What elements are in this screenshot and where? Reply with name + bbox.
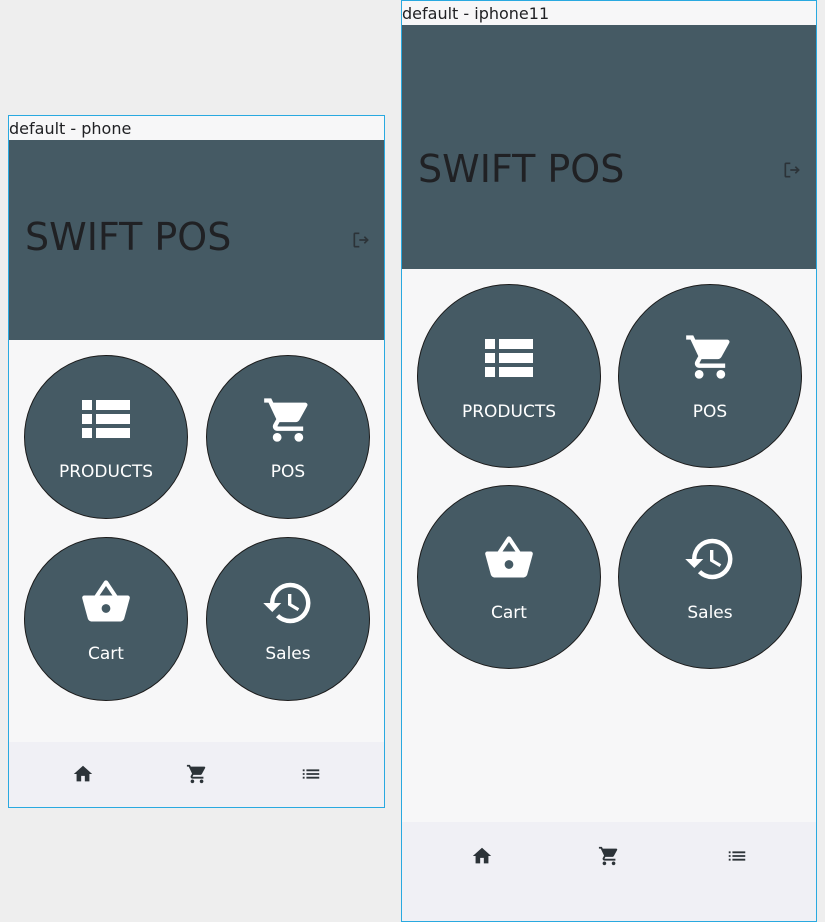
nav-cart-button[interactable] <box>185 762 209 786</box>
tile-label: Sales <box>265 644 311 664</box>
bottom-nav <box>402 822 816 921</box>
device-frame-phone: default - phone SWIFT POS PRODUCTS POS C… <box>8 115 385 808</box>
shopping-cart-icon <box>264 398 308 442</box>
device-caption: default - iphone11 <box>402 1 816 25</box>
tile-label: PRODUCTS <box>58 462 154 482</box>
app-title: SWIFT POS <box>418 147 625 191</box>
nav-list-button[interactable] <box>725 844 749 868</box>
list-icon <box>728 851 746 861</box>
tile-pos[interactable]: POS <box>618 284 802 468</box>
basket-icon <box>485 536 533 578</box>
tile-cart[interactable]: Cart <box>417 485 601 669</box>
tile-label: Cart <box>491 603 527 623</box>
home-icon <box>472 847 492 864</box>
history-icon <box>685 538 733 580</box>
nav-home-button[interactable] <box>470 844 494 868</box>
basket-icon <box>82 580 130 622</box>
nav-home-button[interactable] <box>71 762 95 786</box>
cart-icon <box>598 846 618 866</box>
tile-label: Cart <box>88 644 124 664</box>
home-icon <box>73 765 93 782</box>
nav-list-button[interactable] <box>299 762 323 786</box>
tile-label: PRODUCTS <box>461 402 557 422</box>
app-title: SWIFT POS <box>25 215 232 259</box>
device-caption: default - phone <box>9 116 384 140</box>
app-header: SWIFT POS <box>9 140 384 340</box>
history-icon <box>263 582 311 624</box>
tile-cart[interactable]: Cart <box>24 537 188 701</box>
list-table-icon <box>485 339 533 377</box>
logout-icon <box>353 232 369 248</box>
nav-cart-button[interactable] <box>597 844 621 868</box>
tile-products[interactable]: PRODUCTS <box>417 284 601 468</box>
list-table-icon <box>82 400 130 438</box>
tile-products[interactable]: PRODUCTS <box>24 355 188 519</box>
shopping-cart-icon <box>686 335 730 379</box>
device-frame-iphone11: default - iphone11 SWIFT POS PRODUCTS PO… <box>401 0 817 922</box>
app-header: SWIFT POS <box>402 25 816 269</box>
logout-button[interactable] <box>349 228 373 252</box>
logout-icon <box>784 162 800 178</box>
bottom-nav <box>9 742 384 807</box>
tile-pos[interactable]: POS <box>206 355 370 519</box>
tile-sales[interactable]: Sales <box>206 537 370 701</box>
tile-label: POS <box>692 402 728 422</box>
list-icon <box>302 769 320 779</box>
tile-label: Sales <box>687 603 733 623</box>
cart-icon <box>186 764 206 784</box>
tile-sales[interactable]: Sales <box>618 485 802 669</box>
logout-button[interactable] <box>780 158 804 182</box>
tile-label: POS <box>270 462 306 482</box>
